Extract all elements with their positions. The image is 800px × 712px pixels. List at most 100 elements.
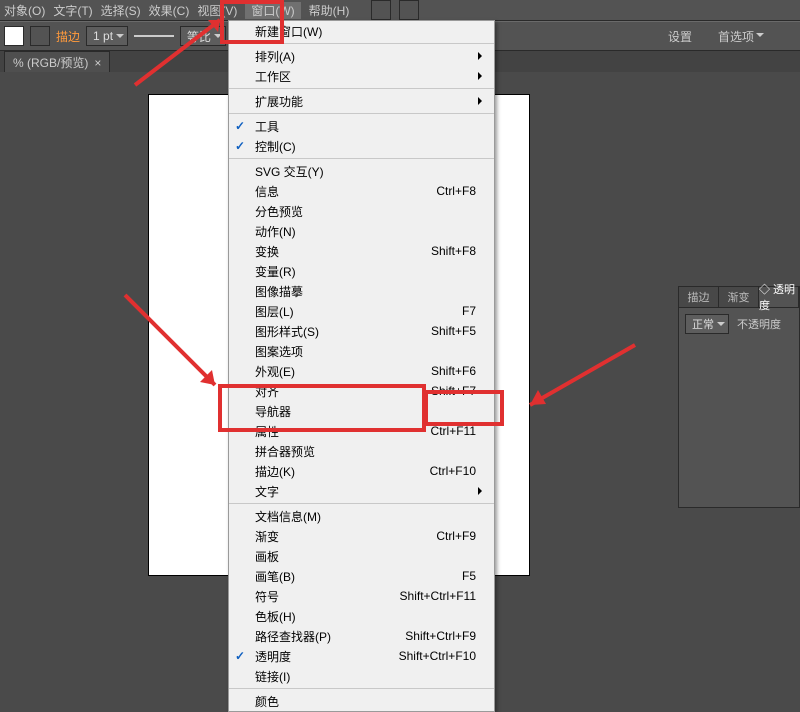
menu-item-label: 信息 xyxy=(255,183,279,200)
layout-icon[interactable] xyxy=(371,0,391,20)
menu-item-label: 对齐 xyxy=(255,383,279,400)
menu-item-label: 符号 xyxy=(255,588,279,605)
menu-item-label: 图像描摹 xyxy=(255,283,303,300)
menu-item-label: 图形样式(S) xyxy=(255,323,319,340)
opacity-label: 不透明度 xyxy=(737,316,781,332)
menu-item-5[interactable]: 扩展功能 xyxy=(229,91,494,111)
menu-item-35[interactable]: ✓透明度Shift+Ctrl+F10 xyxy=(229,646,494,666)
menu-item-10[interactable]: SVG 交互(Y) xyxy=(229,161,494,181)
blend-mode-combo[interactable]: 正常 xyxy=(685,314,729,334)
menu-item-label: 画板 xyxy=(255,548,279,565)
menu-item-label: 路径查找器(P) xyxy=(255,628,331,645)
menu-object[interactable]: 对象(O) xyxy=(4,2,45,19)
menu-item-2[interactable]: 排列(A) xyxy=(229,46,494,66)
menu-window[interactable]: 窗口(W) xyxy=(245,2,300,19)
menu-item-21[interactable]: 对齐 Shift+F7 xyxy=(229,381,494,401)
menu-item-label: 透明度 xyxy=(255,648,291,665)
menu-item-26[interactable]: 文字 xyxy=(229,481,494,501)
menu-item-label: 动作(N) xyxy=(255,223,296,240)
window-menu[interactable]: 新建窗口(W) 排列(A) 工作区扩展功能 ✓ 工具 ✓ 控制(C) SVG 交互(Y) 信息 C… xyxy=(228,20,495,712)
scale-combo[interactable]: 等比 xyxy=(180,26,226,46)
menu-item-20[interactable]: 外观(E) Shift+F6 xyxy=(229,361,494,381)
menu-item-label: 排列(A) xyxy=(255,48,295,65)
menu-item-label: 变量(R) xyxy=(255,263,296,280)
check-icon: ✓ xyxy=(235,119,245,133)
layout2-icon[interactable] xyxy=(399,0,419,20)
menu-text[interactable]: 文字(T) xyxy=(53,2,92,19)
document-tab-title: % (RGB/预览) xyxy=(13,54,88,71)
panel-tab-stroke[interactable]: 描边 xyxy=(679,287,719,307)
menu-item-label: 链接(I) xyxy=(255,668,290,685)
menu-item-11[interactable]: 信息 Ctrl+F8 xyxy=(229,181,494,201)
menu-item-shortcut: F7 xyxy=(462,304,476,318)
menu-item-label: 工作区 xyxy=(255,68,291,85)
menu-select[interactable]: 选择(S) xyxy=(101,2,141,19)
menu-item-label: 属性 xyxy=(255,423,279,440)
menu-item-36[interactable]: 链接(I) xyxy=(229,666,494,686)
stroke-label: 描边 xyxy=(56,28,80,45)
panel-tab-transparency[interactable]: ◇ 透明度 xyxy=(759,287,799,307)
menu-item-shortcut: Shift+Ctrl+F9 xyxy=(405,629,476,643)
menu-item-shortcut: Shift+F5 xyxy=(431,324,476,338)
menu-item-28[interactable]: 文档信息(M) xyxy=(229,506,494,526)
menu-item-label: 渐变 xyxy=(255,528,279,545)
menu-item-31[interactable]: 画笔(B)F5 xyxy=(229,566,494,586)
menu-item-16[interactable]: 图像描摹 xyxy=(229,281,494,301)
menu-item-12[interactable]: 分色预览 xyxy=(229,201,494,221)
menu-item-label: 文字 xyxy=(255,483,279,500)
menu-item-24[interactable]: 拼合器预览 xyxy=(229,441,494,461)
menu-item-label: 描边(K) xyxy=(255,463,295,480)
menu-item-32[interactable]: 符号 Shift+Ctrl+F11 xyxy=(229,586,494,606)
menu-item-29[interactable]: 渐变 Ctrl+F9 xyxy=(229,526,494,546)
menu-item-label: 控制(C) xyxy=(255,138,296,155)
menu-item-shortcut: Ctrl+F11 xyxy=(431,424,476,438)
menu-item-label: 外观(E) xyxy=(255,363,295,380)
menu-item-shortcut: Shift+Ctrl+F10 xyxy=(399,649,476,663)
menu-item-17[interactable]: 图层(L)F7 xyxy=(229,301,494,321)
menu-item-38[interactable]: 颜色 xyxy=(229,691,494,711)
menu-item-shortcut: Shift+F7 xyxy=(431,384,476,398)
menu-item-25[interactable]: 描边(K) Ctrl+F10 xyxy=(229,461,494,481)
menu-item-19[interactable]: 图案选项 xyxy=(229,341,494,361)
stroke-swatch[interactable] xyxy=(30,26,50,46)
menu-item-shortcut: Ctrl+F8 xyxy=(436,184,476,198)
menu-item-label: 工具 xyxy=(255,118,279,135)
menu-item-13[interactable]: 动作(N) xyxy=(229,221,494,241)
menu-item-34[interactable]: 路径查找器(P) Shift+Ctrl+F9 xyxy=(229,626,494,646)
document-tab[interactable]: % (RGB/预览) × xyxy=(4,51,110,73)
panel-tab-gradient[interactable]: 渐变 xyxy=(719,287,759,307)
menu-effect[interactable]: 效果(C) xyxy=(149,2,190,19)
menu-item-8[interactable]: ✓ 控制(C) xyxy=(229,136,494,156)
fill-swatch[interactable] xyxy=(4,26,24,46)
menu-item-label: 新建窗口(W) xyxy=(255,23,322,40)
menu-item-33[interactable]: 色板(H) xyxy=(229,606,494,626)
menu-item-shortcut: Shift+Ctrl+F11 xyxy=(400,589,476,603)
menu-item-shortcut: Shift+F8 xyxy=(431,244,476,258)
menu-item-30[interactable]: 画板 xyxy=(229,546,494,566)
menu-item-label: 分色预览 xyxy=(255,203,303,220)
menu-item-0[interactable]: 新建窗口(W) xyxy=(229,21,494,41)
close-icon[interactable]: × xyxy=(94,56,101,70)
prefs-button[interactable]: 首选项 xyxy=(708,28,774,45)
menu-item-label: 画笔(B) xyxy=(255,568,295,585)
menu-item-label: 变换 xyxy=(255,243,279,260)
menu-item-15[interactable]: 变量(R) xyxy=(229,261,494,281)
menu-help[interactable]: 帮助(H) xyxy=(309,2,350,19)
menu-item-label: 色板(H) xyxy=(255,608,296,625)
transparency-panel[interactable]: 描边 渐变 ◇ 透明度 正常 不透明度 xyxy=(678,286,800,508)
menu-item-shortcut: Ctrl+F9 xyxy=(436,529,476,543)
check-icon: ✓ xyxy=(235,139,245,153)
stroke-preview xyxy=(134,35,174,37)
menu-item-7[interactable]: ✓ 工具 xyxy=(229,116,494,136)
menu-item-14[interactable]: 变换 Shift+F8 xyxy=(229,241,494,261)
menu-item-label: 扩展功能 xyxy=(255,93,303,110)
menu-item-23[interactable]: 属性 Ctrl+F11 xyxy=(229,421,494,441)
menu-item-3[interactable]: 工作区 xyxy=(229,66,494,86)
menu-item-18[interactable]: 图形样式(S) Shift+F5 xyxy=(229,321,494,341)
menu-view[interactable]: 视图(V) xyxy=(197,2,237,19)
menu-item-shortcut: Ctrl+F10 xyxy=(430,464,476,478)
doc-setup-button[interactable]: 设置 xyxy=(658,28,702,45)
menu-item-shortcut: Shift+F6 xyxy=(431,364,476,378)
menu-item-22[interactable]: 导航器 xyxy=(229,401,494,421)
stroke-weight[interactable]: 1 pt xyxy=(86,26,128,46)
